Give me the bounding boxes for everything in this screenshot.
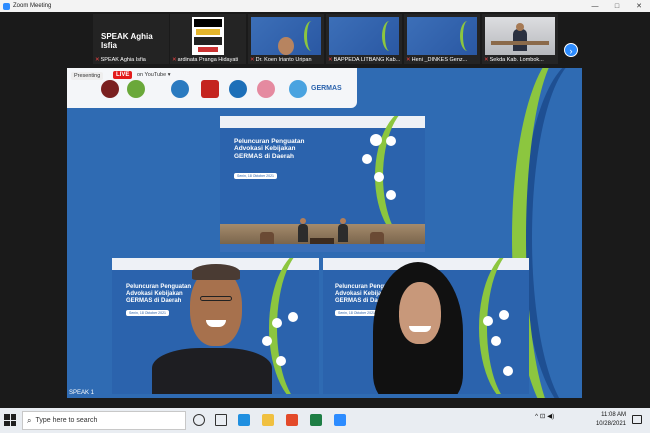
youtube-label[interactable]: on YouTube ▾ [137, 72, 170, 78]
maximize-button[interactable]: □ [606, 3, 628, 10]
edge-icon[interactable] [238, 414, 250, 426]
windows-start-icon[interactable] [4, 414, 16, 426]
file-explorer-icon[interactable] [262, 414, 274, 426]
participant-body [152, 348, 272, 394]
task-view-icon[interactable] [215, 414, 227, 426]
participant-face [278, 37, 294, 55]
search-icon: ⌕ [27, 415, 32, 425]
live-badge[interactable]: LIVE [113, 71, 133, 79]
presenting-badge: Presenting [71, 72, 104, 80]
participant-thumbnail[interactable]: SPEAK Aghia Isfia ✕SPEAK Aghia Isfia [93, 14, 169, 64]
mic-muted-icon: ✕ [250, 57, 255, 63]
participant-thumbnail[interactable]: ✕ardinata Pranga Hidayati [170, 14, 246, 64]
mic-muted-icon: ✕ [406, 57, 411, 63]
slide-title: Peluncuran Penguatan Advokasi Kebijakan … [234, 138, 305, 160]
slide-date: Senin, 18 Oktober 2021 [234, 173, 277, 179]
slide-date: Senin, 18 Oktober 2021 [335, 310, 378, 316]
chrome-icon[interactable] [286, 414, 298, 426]
window-title: Zoom Meeting [13, 3, 52, 9]
germas-circle-icon [362, 154, 372, 164]
system-tray[interactable]: ^ ⊡ ◀) [535, 412, 554, 420]
participant-name: ✕Heni _DINKES Genz... [406, 57, 468, 63]
germas-circle-icon [370, 134, 382, 146]
next-page-icon[interactable]: › [564, 43, 578, 57]
excel-icon[interactable] [310, 414, 322, 426]
participant-face [399, 282, 441, 344]
germas-logo-text: GERMAS [311, 85, 342, 92]
zoom-taskbar-icon[interactable] [334, 414, 346, 426]
stage-video[interactable]: Peluncuran Penguatan Advokasi Kebijakan … [220, 116, 425, 252]
logo-icon [201, 80, 219, 98]
logo-bar: Presenting LIVE on YouTube ▾ GERMAS [67, 68, 357, 108]
mic-muted-icon: ✕ [95, 57, 100, 63]
participant-name: ✕Sekda Kab. Lombok... [484, 57, 544, 63]
panelist [298, 218, 308, 242]
active-speaker-name: SPEAK Aghia Isfia [101, 32, 153, 50]
notifications-icon[interactable] [632, 415, 642, 424]
logo-icon [229, 80, 247, 98]
minimize-button[interactable]: — [584, 3, 606, 10]
logo-icon [101, 80, 119, 98]
germas-circle-icon [386, 136, 396, 146]
mic-muted-icon: ✕ [328, 57, 333, 63]
germas-circle-icon [386, 190, 396, 200]
window-titlebar: Zoom Meeting — □ ✕ [0, 0, 650, 12]
cortana-icon[interactable] [193, 414, 205, 426]
participant-video-right[interactable]: Peluncuran Penguatan Advokasi Kebijakan … [323, 258, 529, 394]
participant-name: ✕ardinata Pranga Hidayati [172, 57, 239, 63]
mic-muted-icon: ✕ [172, 57, 177, 63]
germas-circle-icon [374, 172, 384, 182]
windows-taskbar: ⌕ Type here to search ^ ⊡ ◀) 11:08 AM 10… [0, 408, 650, 433]
logo-icon [127, 80, 145, 98]
participant-name: ✕Dr. Koen Irianto Uripan [250, 57, 312, 63]
participant-thumbnail[interactable]: ✕BAPPEDA LITBANG Kab... [326, 14, 402, 64]
participant-thumbnail[interactable]: ✕Dr. Koen Irianto Uripan [248, 14, 324, 64]
participant-avatar-poster [192, 17, 224, 55]
logo-icon [257, 80, 275, 98]
shared-screen: Presenting LIVE on YouTube ▾ GERMAS Pelu… [67, 68, 582, 398]
participant-name: ✕SPEAK Aghia Isfia [95, 57, 146, 63]
self-view-label: SPEAK 1 [69, 390, 95, 396]
glasses [200, 296, 232, 301]
panelist [338, 218, 348, 242]
taskbar-search-input[interactable]: ⌕ Type here to search [22, 411, 186, 430]
slide-date: Senin, 18 Oktober 2021 [126, 310, 169, 316]
zoom-icon [3, 2, 10, 10]
participant-thumbnail[interactable]: ✕Sekda Kab. Lombok... [482, 14, 558, 64]
taskbar-clock[interactable]: 11:08 AM 10/28/2021 [596, 411, 626, 429]
logo-icon [171, 80, 189, 98]
participant-strip: SPEAK Aghia Isfia ✕SPEAK Aghia Isfia ✕ar… [0, 12, 650, 66]
participant-video-left[interactable]: Peluncuran Penguatan Advokasi Kebijakan … [112, 258, 319, 394]
participant-name: ✕BAPPEDA LITBANG Kab... [328, 57, 401, 63]
mic-muted-icon: ✕ [484, 57, 489, 63]
participant-thumbnail[interactable]: ✕Heni _DINKES Genz... [404, 14, 480, 64]
close-button[interactable]: ✕ [628, 2, 650, 10]
logo-icon [289, 80, 307, 98]
